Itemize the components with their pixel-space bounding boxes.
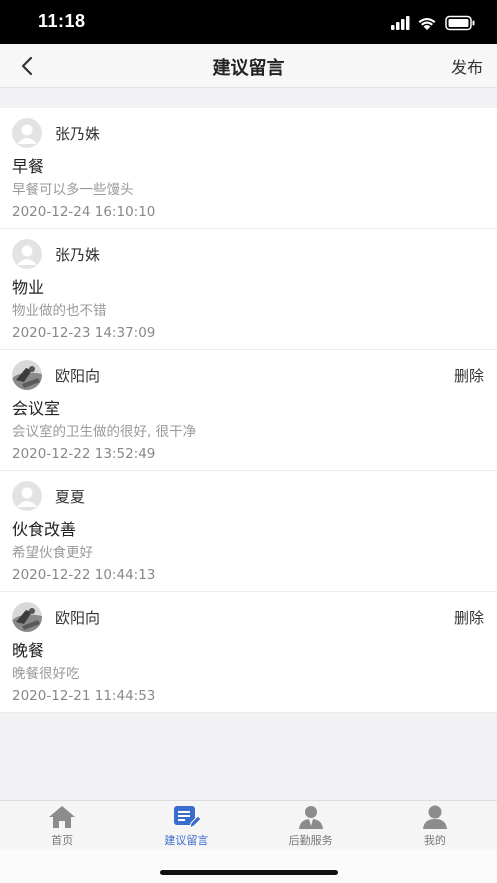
back-button[interactable] <box>14 54 42 78</box>
message-title: 物业 <box>12 278 45 297</box>
message-title: 伙食改善 <box>12 520 77 539</box>
message-content: 晚餐很好吃 <box>12 666 80 682</box>
message-time: 2020-12-21 11:44:53 <box>12 688 156 704</box>
tab-suggestions[interactable]: 建议留言 <box>124 801 248 850</box>
message-item[interactable]: 夏夏 伙食改善 希望伙食更好 2020-12-22 10:44:13 <box>0 471 497 592</box>
page-title: 建议留言 <box>212 58 285 79</box>
avatar <box>12 481 42 511</box>
tab-label: 后勤服务 <box>288 834 333 847</box>
message-time: 2020-12-23 14:37:09 <box>12 325 156 341</box>
home-indicator[interactable] <box>160 870 338 875</box>
cellular-signal-icon <box>391 16 410 30</box>
author-name: 欧阳向 <box>55 367 101 385</box>
tab-label: 首页 <box>51 834 74 847</box>
message-time: 2020-12-22 13:52:49 <box>12 446 156 462</box>
author-name: 欧阳向 <box>55 609 101 627</box>
status-time: 11:18 <box>38 11 86 31</box>
message-item[interactable]: 张乃姝 物业 物业做的也不错 2020-12-23 14:37:09 <box>0 229 497 350</box>
message-title: 会议室 <box>12 399 61 418</box>
message-title: 早餐 <box>12 157 45 176</box>
publish-button[interactable]: 发布 <box>451 54 483 78</box>
home-indicator-area <box>0 850 497 883</box>
home-icon <box>49 806 76 828</box>
avatar <box>12 602 42 632</box>
delete-button[interactable]: 删除 <box>454 365 484 386</box>
message-content: 会议室的卫生做的很好, 很干净 <box>12 424 197 440</box>
battery-icon <box>445 15 475 31</box>
status-bar: 11:18 <box>0 0 497 44</box>
message-content: 物业做的也不错 <box>12 303 107 319</box>
message-edit-icon <box>174 806 202 829</box>
tab-bar: 首页 建议留言 后勤服务 我的 <box>0 800 497 850</box>
message-title: 晚餐 <box>12 641 45 660</box>
photo-avatar <box>12 360 42 390</box>
service-person-icon <box>298 806 323 829</box>
tab-home[interactable]: 首页 <box>0 801 124 850</box>
avatar <box>12 239 42 269</box>
wifi-icon <box>418 18 436 30</box>
tab-label: 建议留言 <box>164 834 209 847</box>
message-time: 2020-12-24 16:10:10 <box>12 204 156 220</box>
tab-label: 我的 <box>423 834 446 847</box>
photo-avatar <box>12 602 42 632</box>
delete-button[interactable]: 删除 <box>454 607 484 628</box>
avatar <box>12 360 42 390</box>
message-item[interactable]: 欧阳向 删除 晚餐 晚餐很好吃 2020-12-21 11:44:53 <box>0 592 497 713</box>
default-avatar-icon <box>12 118 42 148</box>
profile-icon <box>422 805 447 829</box>
message-content: 早餐可以多一些馒头 <box>12 182 134 198</box>
tab-logistics-service[interactable]: 后勤服务 <box>249 801 373 850</box>
status-icons <box>391 15 475 31</box>
author-name: 夏夏 <box>55 488 86 506</box>
message-item[interactable]: 欧阳向 删除 会议室 会议室的卫生做的很好, 很干净 2020-12-22 13… <box>0 350 497 471</box>
author-name: 张乃姝 <box>55 125 101 143</box>
message-item[interactable]: 张乃姝 早餐 早餐可以多一些馒头 2020-12-24 16:10:10 <box>0 108 497 229</box>
default-avatar-icon <box>12 239 42 269</box>
navigation-bar: 建议留言 发布 <box>0 44 497 88</box>
tab-profile[interactable]: 我的 <box>373 801 497 850</box>
message-list: 张乃姝 早餐 早餐可以多一些馒头 2020-12-24 16:10:10 张乃姝… <box>0 108 497 713</box>
message-time: 2020-12-22 10:44:13 <box>12 567 156 583</box>
chevron-left-icon <box>21 56 33 76</box>
author-name: 张乃姝 <box>55 246 101 264</box>
avatar <box>12 118 42 148</box>
default-avatar-icon <box>12 481 42 511</box>
message-content: 希望伙食更好 <box>12 545 93 561</box>
